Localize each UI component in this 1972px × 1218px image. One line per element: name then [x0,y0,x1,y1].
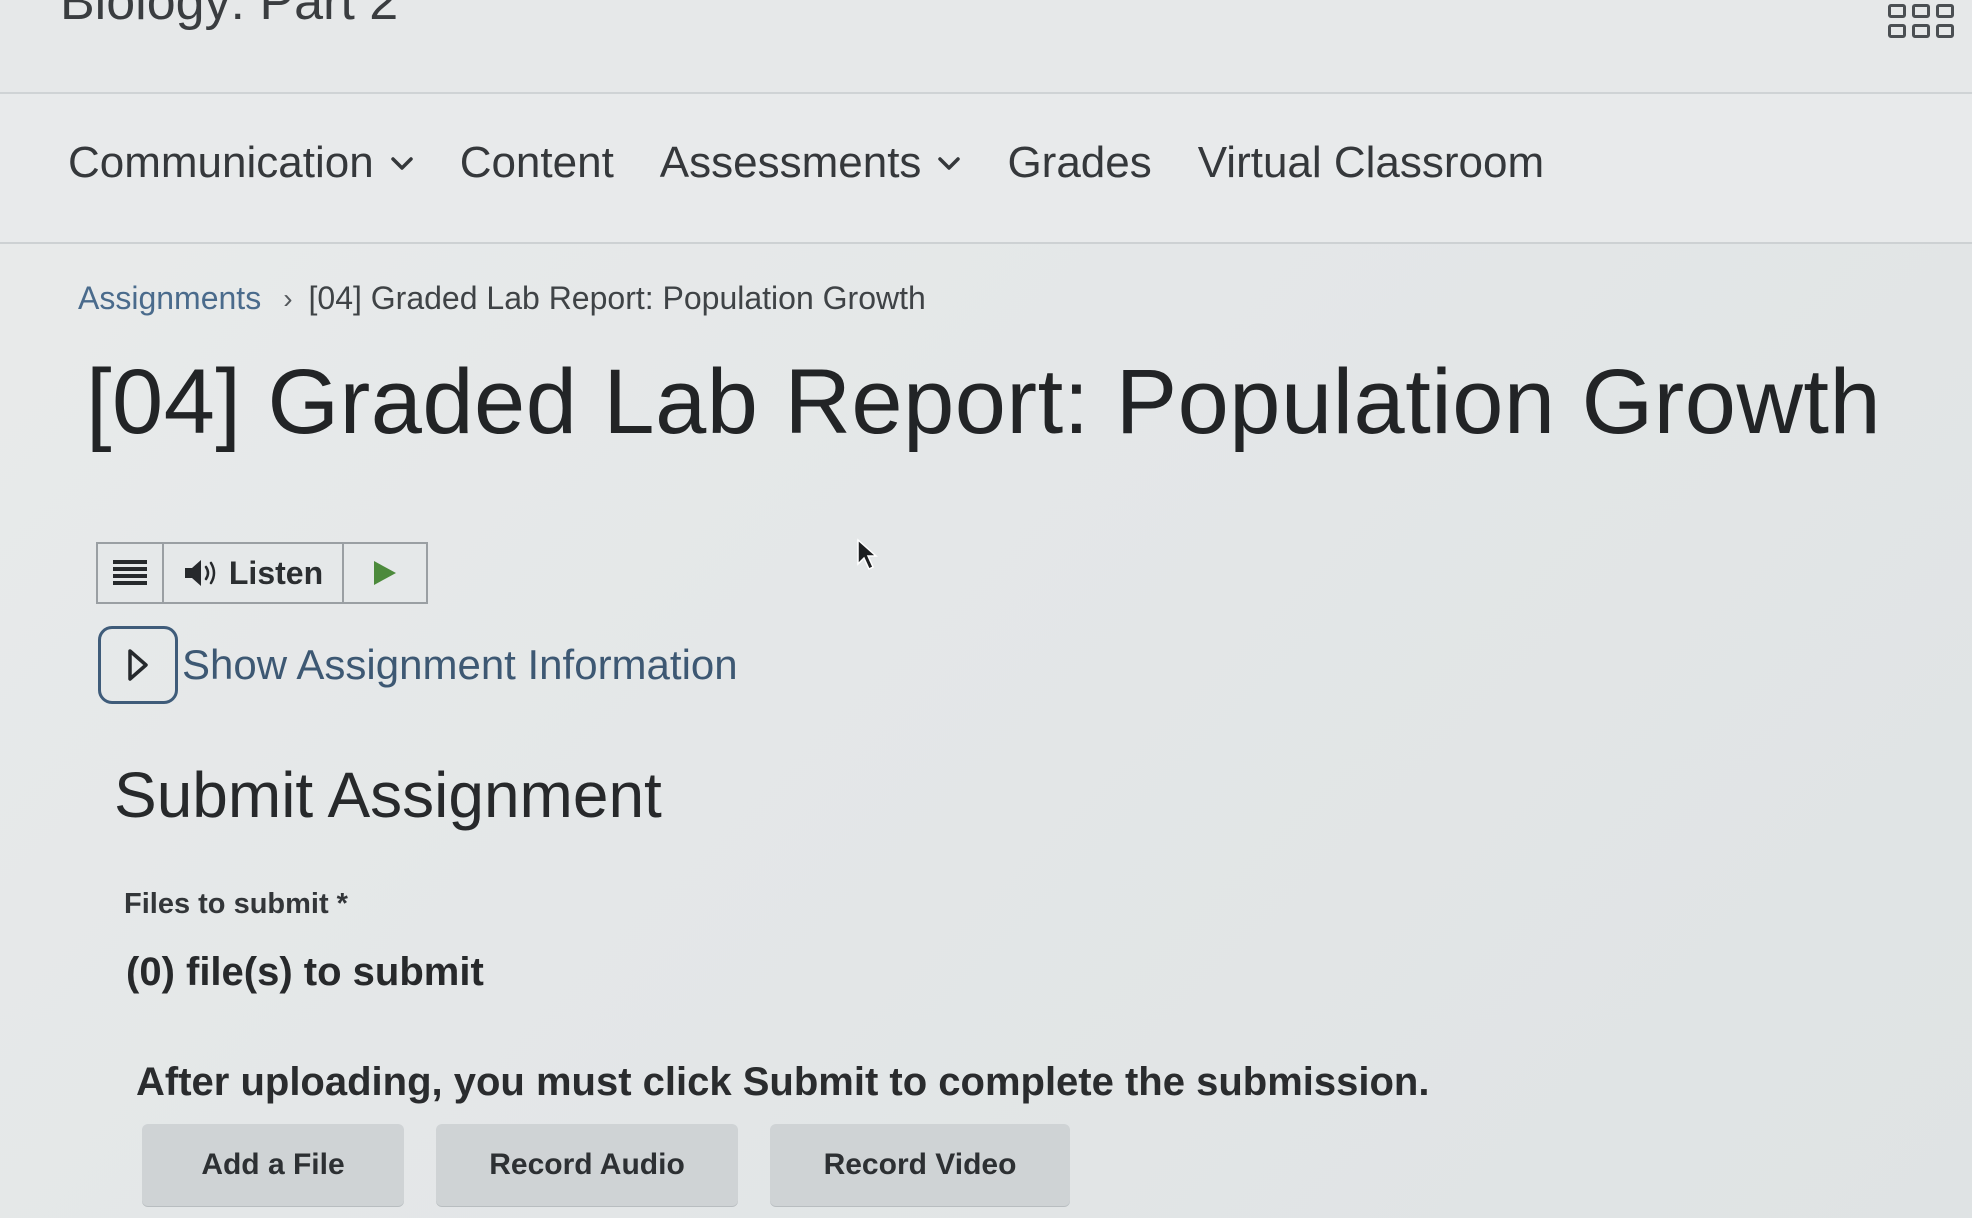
upload-button-group: Add a File Record Audio Record Video [142,1124,1070,1206]
breadcrumb: Assignments › [04] Graded Lab Report: Po… [78,280,926,317]
listen-button[interactable]: Listen [164,544,344,602]
upload-notice: After uploading, you must click Submit t… [136,1060,1430,1104]
nav-item-label: Assessments [659,138,922,187]
nav-item-label: Virtual Classroom [1197,138,1545,187]
nav-item-content[interactable]: Content [460,138,614,188]
course-navbar: Communication Content Assessments Grades… [0,94,1972,244]
listen-label: Listen [228,554,324,591]
nav-item-grades[interactable]: Grades [1007,138,1151,188]
nav-item-communication[interactable]: Communication [68,138,414,188]
listen-menu-button[interactable] [98,544,164,602]
page-title: [04] Graded Lab Report: Population Growt… [86,351,1882,453]
waffle-grid-icon[interactable] [1888,2,1958,38]
chevron-down-icon [938,157,961,170]
hamburger-menu-icon [113,560,147,585]
play-button[interactable] [344,544,426,602]
mouse-pointer-icon [857,538,878,571]
record-video-button[interactable]: Record Video [770,1124,1070,1206]
chevron-down-icon [390,157,413,170]
top-header: Biology: Part 2 [0,0,1972,94]
speaker-icon [183,558,219,588]
files-to-submit-label: Files to submit * [124,888,348,920]
breadcrumb-separator: › [283,282,293,314]
nav-item-assessments[interactable]: Assessments [660,138,962,188]
caret-right-icon [128,649,148,681]
breadcrumb-link-assignments[interactable]: Assignments [78,280,261,317]
show-assignment-info-label: Show Assignment Information [182,641,738,688]
add-file-button[interactable]: Add a File [142,1124,404,1206]
expand-toggle-box [98,626,178,704]
nav-item-label: Communication [68,138,374,187]
record-audio-button[interactable]: Record Audio [436,1124,738,1206]
course-title[interactable]: Biology: Part 2 [60,0,398,32]
nav-item-label: Grades [1007,138,1152,187]
files-count: (0) file(s) to submit [126,950,484,994]
show-assignment-info-toggle[interactable]: Show Assignment Information [98,626,738,704]
listen-toolbar: Listen [96,542,428,604]
submit-assignment-heading: Submit Assignment [114,759,662,831]
nav-item-label: Content [459,138,614,187]
play-icon [374,561,396,585]
breadcrumb-current: [04] Graded Lab Report: Population Growt… [308,280,926,316]
nav-item-virtual-classroom[interactable]: Virtual Classroom [1198,138,1544,188]
